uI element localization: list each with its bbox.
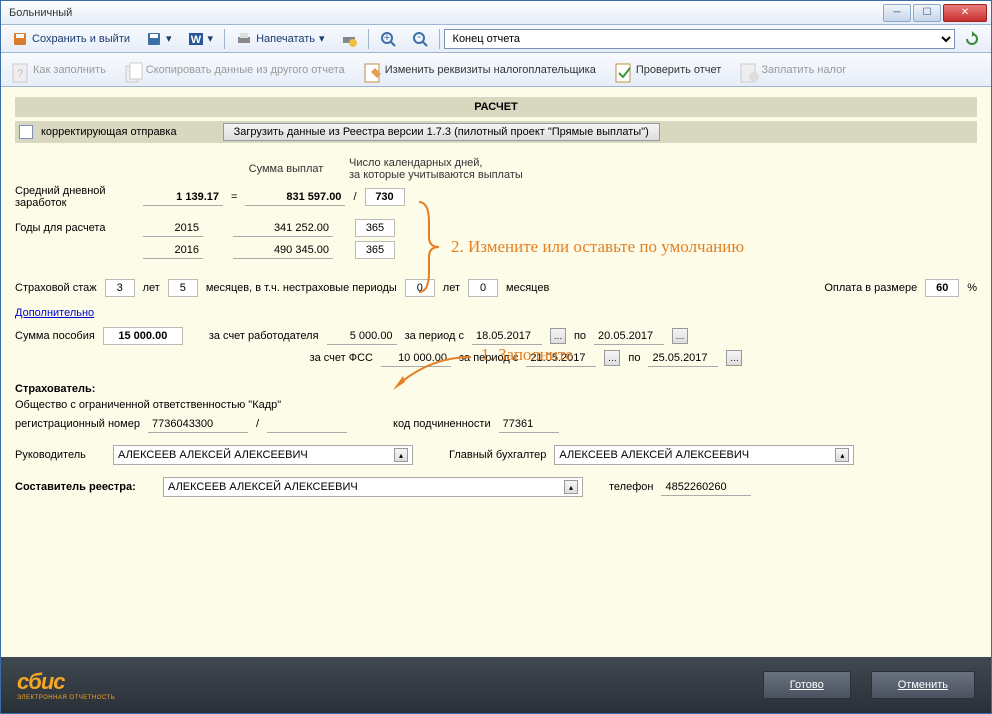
close-button[interactable]: ✕ (943, 4, 987, 22)
fss-from-input[interactable] (526, 349, 596, 367)
ins-years-input[interactable] (105, 279, 135, 297)
printer-icon (236, 31, 252, 47)
refresh-icon (964, 31, 980, 47)
copy-icon (124, 62, 140, 78)
emp-to-date-button[interactable]: … (672, 328, 688, 344)
sum1-input[interactable] (233, 219, 333, 237)
head-select[interactable]: АЛЕКСЕЕВ АЛЕКСЕЙ АЛЕКСЕЕВИЧ▴ (113, 445, 413, 465)
svg-text:W: W (190, 34, 201, 46)
save-exit-icon (12, 31, 28, 47)
phone-input[interactable] (661, 478, 751, 496)
total-sum-input[interactable] (245, 188, 345, 206)
maximize-button[interactable]: ☐ (913, 4, 941, 22)
edit-doc-icon (363, 62, 379, 78)
sum-header: Сумма выплат (231, 163, 341, 175)
pay-rate-input[interactable] (925, 279, 959, 297)
zoom-in-icon: + (380, 31, 396, 47)
money-icon (739, 62, 755, 78)
minimize-button[interactable]: ─ (883, 4, 911, 22)
employer-amount-input[interactable] (327, 327, 397, 345)
print-tool-button[interactable] (334, 28, 364, 50)
days1-input[interactable] (355, 219, 395, 237)
chevron-down-icon: ▴ (564, 480, 578, 494)
word-icon: W (188, 31, 204, 47)
window-title: Больничный (5, 7, 883, 19)
fss-to-date-button[interactable]: … (726, 350, 742, 366)
emp-to-input[interactable] (594, 327, 664, 345)
reg-label: регистрационный номер (15, 418, 140, 430)
refresh-button[interactable] (957, 28, 987, 50)
compiler-label: Составитель реестра: (15, 481, 155, 493)
days2-input[interactable] (355, 241, 395, 259)
head-label: Руководитель (15, 449, 105, 461)
total-days-input[interactable] (365, 188, 405, 206)
ins-label: Страховой стаж (15, 282, 97, 294)
section-title: РАСЧЕТ (15, 97, 977, 117)
sum2-input[interactable] (233, 241, 333, 259)
emp-from-date-button[interactable]: … (550, 328, 566, 344)
nonins-months-input[interactable] (468, 279, 498, 297)
svg-text:?: ? (17, 68, 23, 80)
emp-from-input[interactable] (472, 327, 542, 345)
fss-amount-input[interactable] (381, 349, 451, 367)
avg-daily-label: Средний дневной заработок (15, 185, 135, 209)
benefit-input[interactable] (103, 327, 183, 345)
fss-from-date-button[interactable]: … (604, 350, 620, 366)
sub-label: код подчиненности (393, 418, 491, 430)
correction-label: корректирующая отправка (41, 126, 177, 138)
zoom-out-button[interactable]: - (405, 28, 435, 50)
check-icon (614, 62, 630, 78)
correction-checkbox[interactable] (19, 125, 33, 139)
footer: сбис ЭЛЕКТРОННАЯ ОТЧЕТНОСТЬ Готово Отмен… (1, 657, 991, 713)
check-report-button[interactable]: Проверить отчет (610, 58, 726, 82)
years-label: Годы для расчета (15, 222, 135, 234)
reg-num-input[interactable] (148, 415, 248, 433)
benefit-label: Сумма пособия (15, 330, 95, 342)
titlebar: Больничный ─ ☐ ✕ (1, 1, 991, 25)
pay-tax-button[interactable]: Заплатить налог (735, 58, 850, 82)
navigation-select[interactable]: Конец отчета (444, 29, 955, 49)
howto-button[interactable]: ? Как заполнить (7, 58, 110, 82)
save-button[interactable]: ▾ (139, 28, 179, 50)
insurer-label: Страхователь: (15, 383, 95, 395)
more-link[interactable]: Дополнительно (15, 307, 94, 319)
acc-select[interactable]: АЛЕКСЕЕВ АЛЕКСЕЙ АЛЕКСЕЕВИЧ▴ (554, 445, 854, 465)
fss-to-input[interactable] (648, 349, 718, 367)
zoom-out-icon: - (412, 31, 428, 47)
phone-label: телефон (609, 481, 653, 493)
nonins-years-input[interactable] (405, 279, 435, 297)
avg-daily-input[interactable] (143, 188, 223, 206)
zoom-in-button[interactable]: + (373, 28, 403, 50)
svg-text:+: + (383, 32, 389, 44)
ins-months-input[interactable] (168, 279, 198, 297)
print-config-icon (341, 31, 357, 47)
acc-label: Главный бухгалтер (449, 449, 546, 461)
days-header: Число календарных дней, за которые учиты… (349, 157, 549, 181)
ok-button[interactable]: Готово (763, 671, 851, 699)
disk-icon (146, 31, 162, 47)
svg-text:-: - (417, 31, 421, 43)
compiler-select[interactable]: АЛЕКСЕЕВ АЛЕКСЕЙ АЛЕКСЕЕВИЧ▴ (163, 477, 583, 497)
insurer-name: Общество с ограниченной ответственностью… (15, 399, 281, 411)
chevron-down-icon: ▴ (835, 448, 849, 462)
print-button[interactable]: Напечатать▾ (229, 28, 331, 50)
logo-subtitle: ЭЛЕКТРОННАЯ ОТЧЕТНОСТЬ (17, 695, 115, 701)
pay-rate-label: Оплата в размере (824, 282, 917, 294)
help-icon: ? (11, 62, 27, 78)
year1-input[interactable] (143, 219, 203, 237)
change-details-button[interactable]: Изменить реквизиты налогоплательщика (359, 58, 600, 82)
cancel-button[interactable]: Отменить (871, 671, 975, 699)
year2-input[interactable] (143, 241, 203, 259)
load-registry-button[interactable]: Загрузить данные из Реестра версии 1.7.3… (223, 123, 660, 141)
sub-code-input[interactable] (499, 415, 559, 433)
save-exit-button[interactable]: Сохранить и выйти (5, 28, 137, 50)
reg-num2-input[interactable] (267, 415, 347, 433)
word-button[interactable]: W▾ (181, 28, 221, 50)
logo: сбис (17, 669, 115, 695)
content-area: РАСЧЕТ корректирующая отправка Загрузить… (1, 87, 991, 657)
chevron-down-icon: ▴ (394, 448, 408, 462)
toolbar-secondary: ? Как заполнить Скопировать данные из др… (1, 53, 991, 87)
toolbar-main: Сохранить и выйти ▾ W▾ Напечатать▾ + - К… (1, 25, 991, 53)
copy-button[interactable]: Скопировать данные из другого отчета (120, 58, 349, 82)
